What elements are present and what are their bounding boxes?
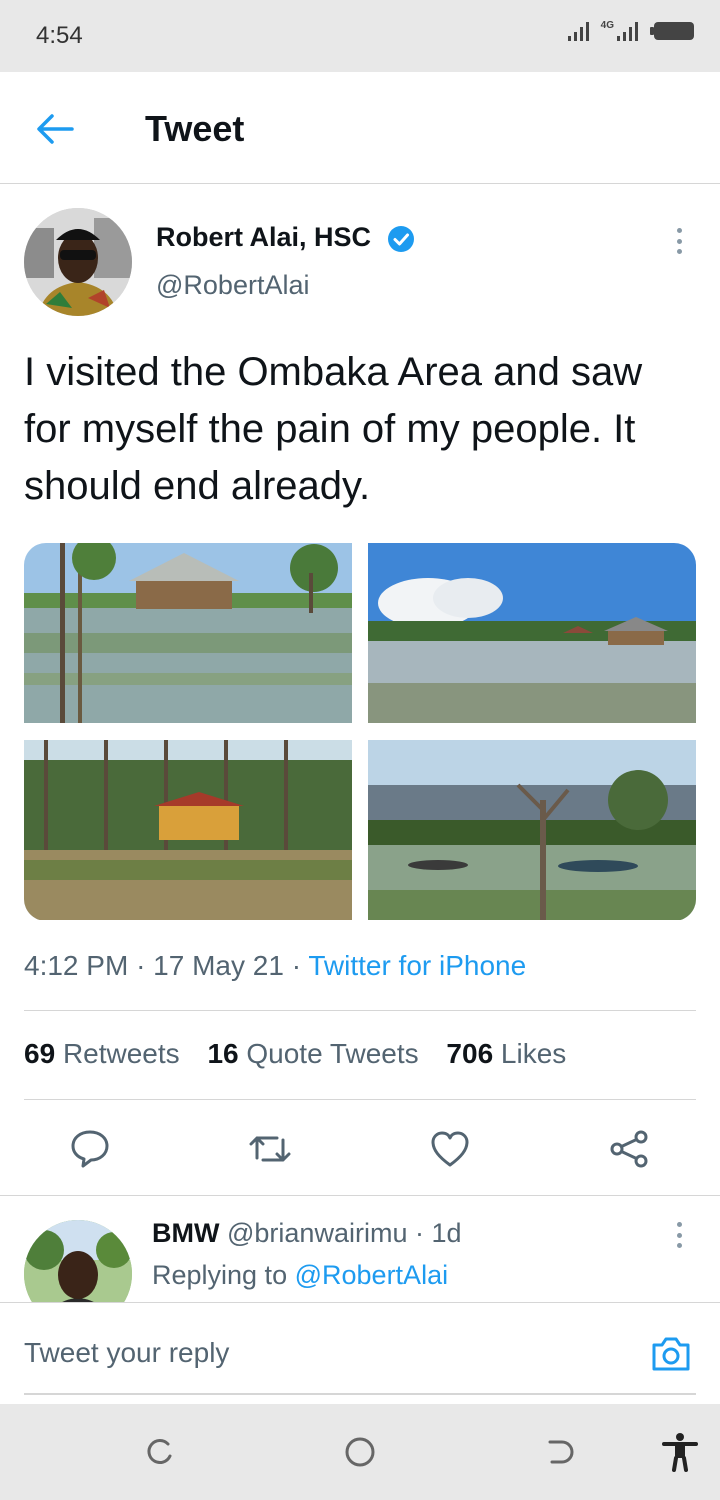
quote-tweets-stat[interactable]: 16 Quote Tweets [207, 1038, 418, 1069]
page-title: Tweet [145, 108, 245, 149]
composer-underline [24, 1393, 696, 1395]
tweet-text: I visited the Ombaka Area and saw for my… [24, 350, 643, 508]
heart-icon [431, 1131, 469, 1167]
app-header: Tweet [0, 72, 720, 184]
comment-icon [71, 1130, 109, 1168]
camera-icon [652, 1337, 690, 1371]
signal-icon [567, 22, 589, 41]
author-name[interactable]: Robert Alai, HSC [156, 222, 371, 253]
retweet-icon [249, 1136, 291, 1162]
meta-separator: · [291, 950, 302, 981]
reply-age: 1d [431, 1218, 462, 1248]
back-nav-icon [548, 1440, 574, 1464]
share-icon [610, 1130, 648, 1168]
tweet-more-button[interactable] [664, 224, 694, 258]
share-button[interactable] [604, 1124, 654, 1174]
system-nav-bar [0, 1404, 720, 1500]
accessibility-button[interactable] [660, 1432, 700, 1472]
status-time: 4:54 [36, 22, 83, 49]
tweet-source-link[interactable]: Twitter for iPhone [308, 950, 526, 981]
reply-header: BMW @brianwairimu · 1d [152, 1218, 462, 1249]
home-button[interactable] [340, 1432, 380, 1472]
back-button[interactable] [30, 104, 80, 154]
reply-composer [0, 1302, 720, 1404]
reply-author-handle[interactable]: @brianwairimu [227, 1218, 407, 1248]
avatar-image [24, 208, 132, 316]
recents-icon [147, 1439, 172, 1464]
divider [0, 1195, 720, 1196]
divider [24, 1099, 696, 1100]
tweet-stats: 69 Retweets 16 Quote Tweets 706 Likes [24, 1038, 586, 1070]
reply-input[interactable] [24, 1337, 624, 1369]
replying-to-mention[interactable]: @RobertAlai [295, 1260, 448, 1290]
tweet-media-grid [24, 543, 696, 921]
status-icons: 4G [567, 20, 696, 42]
signal-icon-2 [617, 22, 638, 41]
verified-badge-icon [388, 226, 414, 252]
more-vertical-icon [676, 228, 682, 233]
tweet-time[interactable]: 4:12 PM [24, 950, 128, 981]
author-handle[interactable]: @RobertAlai [156, 270, 309, 301]
divider [24, 1010, 696, 1011]
like-button[interactable] [425, 1124, 475, 1174]
replying-to-prefix: Replying to [152, 1260, 288, 1290]
meta-separator: · [414, 1218, 424, 1248]
meta-separator: · [136, 950, 146, 981]
home-icon [345, 1437, 375, 1467]
likes-stat[interactable]: 706 Likes [446, 1038, 566, 1069]
tweet-photo-2[interactable] [368, 543, 696, 723]
retweet-button[interactable] [245, 1124, 295, 1174]
status-bar: 4:54 4G [0, 0, 720, 72]
tweet-meta: 4:12 PM · 17 May 21 · Twitter for iPhone [24, 950, 526, 982]
tweet-photo-3[interactable] [24, 740, 352, 920]
camera-button[interactable] [648, 1331, 694, 1377]
accessibility-icon [662, 1433, 698, 1472]
tweet-photo-1[interactable] [24, 543, 352, 723]
reply-author-name[interactable]: BMW [152, 1218, 219, 1248]
reply-button[interactable] [65, 1124, 115, 1174]
author-avatar[interactable] [24, 208, 132, 316]
back-nav-button[interactable] [540, 1432, 580, 1472]
replying-to-line: Replying to @RobertAlai [152, 1260, 448, 1291]
recents-button[interactable] [140, 1432, 180, 1472]
retweets-stat[interactable]: 69 Retweets [24, 1038, 180, 1069]
arrow-left-icon [37, 114, 74, 144]
more-vertical-icon [676, 1222, 682, 1227]
tweet-photo-4[interactable] [368, 740, 696, 920]
network-type-label: 4G [600, 19, 614, 31]
reply-more-button[interactable] [664, 1220, 694, 1250]
tweet-date[interactable]: 17 May 21 [153, 950, 284, 981]
battery-icon [650, 22, 694, 40]
